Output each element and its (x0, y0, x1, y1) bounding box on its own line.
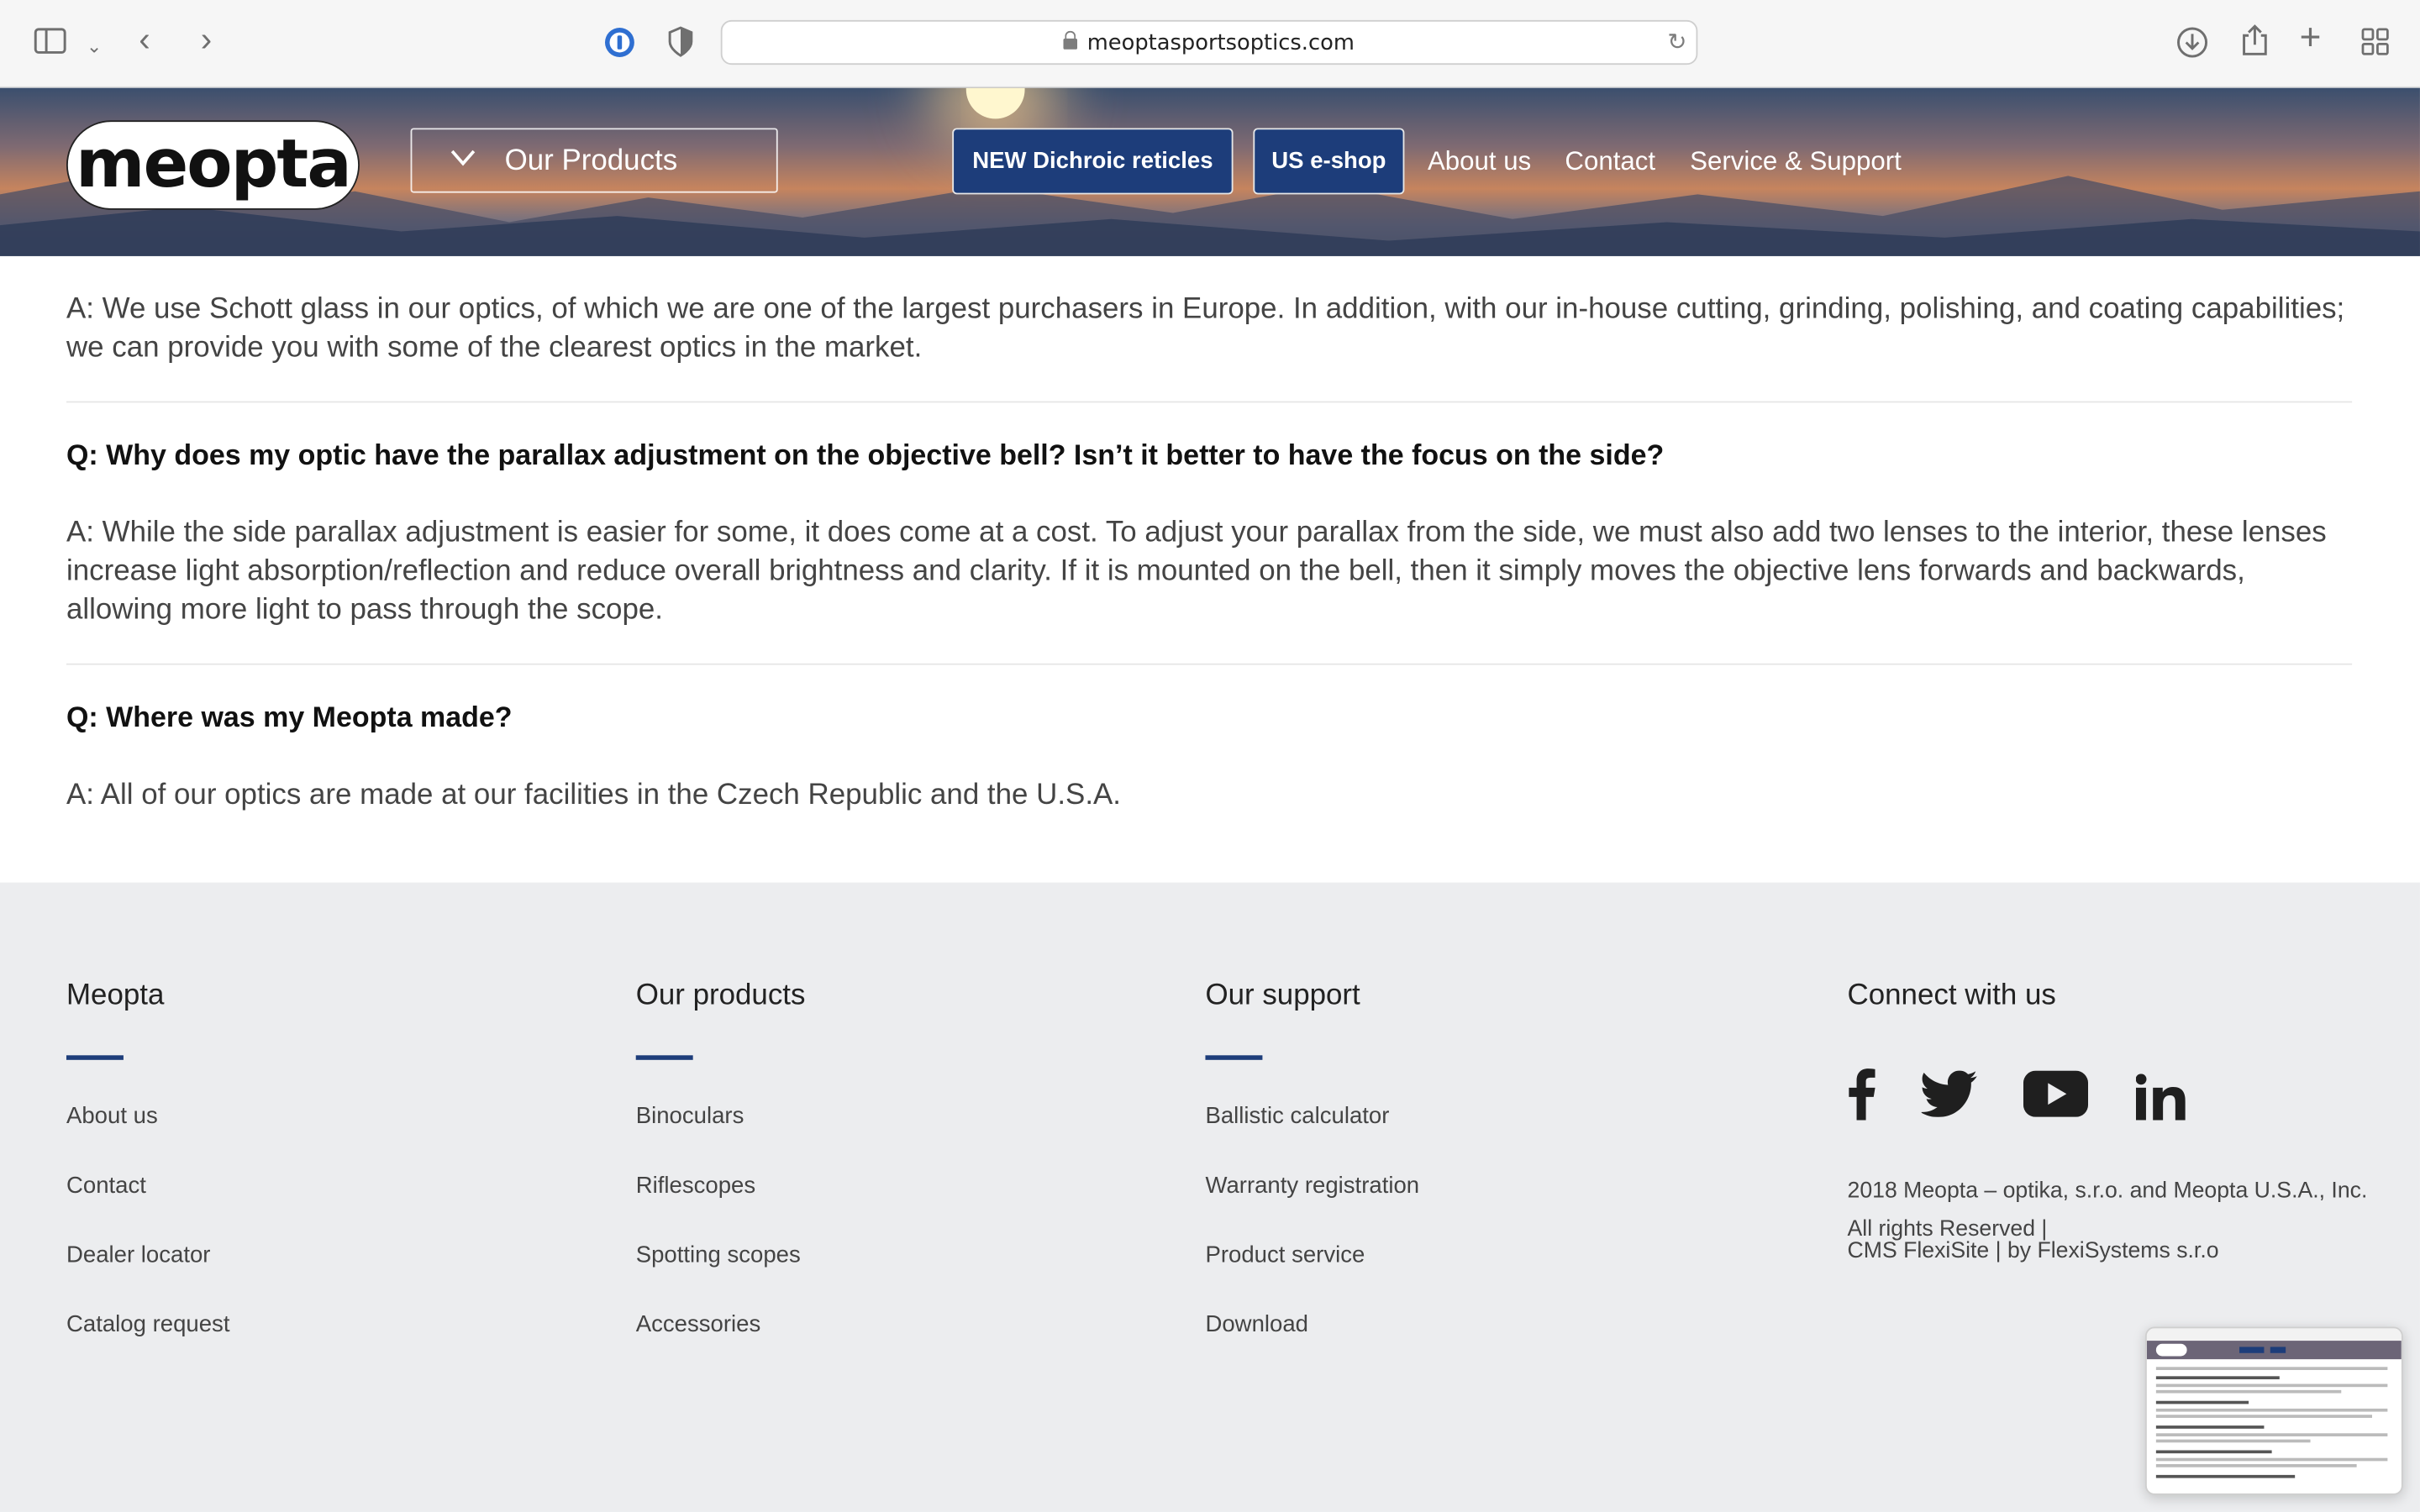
faq-question: Q: Why does my optic have the parallax a… (66, 438, 1665, 471)
forward-icon[interactable]: › (201, 23, 212, 56)
footer-heading: Connect with us (1847, 979, 2056, 1012)
shield-icon[interactable] (666, 26, 694, 63)
cms-credit-link[interactable]: CMS FlexiSite | by FlexiSystems s.r.o (1848, 1239, 2219, 1263)
password-extension-icon[interactable] (603, 26, 636, 65)
footer-heading: Our products (635, 979, 806, 1012)
our-products-dropdown[interactable]: Our Products (410, 128, 778, 193)
preview-graphic (2146, 1328, 2402, 1478)
twitter-icon[interactable] (1920, 1070, 1977, 1125)
us-eshop-button[interactable]: US e-shop (1253, 128, 1405, 195)
url-text: meoptasportsoptics.com (723, 30, 1697, 55)
back-icon[interactable]: ‹ (139, 23, 150, 56)
sun-graphic (965, 87, 1025, 119)
dichroic-reticles-button[interactable]: NEW Dichroic reticles (952, 128, 1234, 195)
footer-link-ballistic-calculator[interactable]: Ballistic calculator (1205, 1103, 1389, 1129)
footer-accent-bar (66, 1055, 124, 1060)
faq-answer: A: While the side parallax adjustment is… (66, 517, 2327, 627)
youtube-icon[interactable] (2023, 1070, 2089, 1125)
tab-overview-icon[interactable] (2361, 28, 2389, 61)
linkedin-icon[interactable] (2135, 1074, 2186, 1127)
footer-heading: Meopta (66, 979, 165, 1012)
footer-link-download[interactable]: Download (1205, 1311, 1308, 1337)
footer-accent-bar (1205, 1055, 1263, 1060)
new-tab-icon[interactable]: + (2300, 19, 2322, 56)
chevron-down-icon[interactable]: ⌄ (87, 31, 102, 62)
footer-link-riflescopes[interactable]: Riflescopes (636, 1173, 755, 1199)
browser-toolbar: ⌄ ‹ › meoptasportsoptics.com ↻ + (0, 0, 2420, 88)
footer-heading: Our support (1205, 979, 1360, 1012)
facebook-icon[interactable] (1848, 1068, 1876, 1128)
divider (66, 401, 2353, 403)
nav-service-support[interactable]: Service & Support (1690, 146, 1902, 177)
footer-link-about-us[interactable]: About us (66, 1103, 158, 1129)
nav-about-us[interactable]: About us (1428, 146, 1531, 177)
faq-answer: A: All of our optics are made at our fac… (66, 779, 1121, 812)
site-footer: Meopta About us Contact Dealer locator C… (0, 882, 2420, 1512)
download-icon[interactable] (2176, 26, 2209, 65)
reload-icon[interactable]: ↻ (1667, 28, 1686, 55)
chevron-down-icon (449, 144, 476, 176)
divider (66, 663, 2353, 665)
share-icon[interactable] (2241, 24, 2269, 64)
meopta-logo[interactable]: meopta (67, 122, 359, 208)
nav-contact[interactable]: Contact (1565, 146, 1655, 177)
copyright-text: 2018 Meopta – optika, s.r.o. and Meopta … (1847, 1179, 2368, 1204)
sidebar-icon[interactable] (34, 28, 66, 60)
faq-answer: A: We use Schott glass in our optics, of… (66, 292, 2345, 365)
address-bar[interactable]: meoptasportsoptics.com ↻ (720, 19, 1698, 66)
lock-icon (1064, 30, 1078, 50)
footer-link-product-service[interactable]: Product service (1205, 1242, 1365, 1268)
site-header: meopta Our Products NEW Dichroic reticle… (0, 87, 2420, 256)
faq-question: Q: Where was my Meopta made? (66, 700, 513, 733)
footer-link-contact[interactable]: Contact (66, 1173, 146, 1199)
footer-link-binoculars[interactable]: Binoculars (636, 1103, 744, 1129)
footer-link-accessories[interactable]: Accessories (636, 1311, 761, 1337)
footer-link-dealer-locator[interactable]: Dealer locator (66, 1242, 211, 1268)
footer-link-warranty-registration[interactable]: Warranty registration (1205, 1173, 1419, 1199)
footer-link-catalog-request[interactable]: Catalog request (66, 1311, 230, 1337)
footer-link-spotting-scopes[interactable]: Spotting scopes (636, 1242, 801, 1268)
footer-accent-bar (635, 1055, 693, 1060)
page-preview-thumbnail[interactable] (2145, 1326, 2403, 1495)
